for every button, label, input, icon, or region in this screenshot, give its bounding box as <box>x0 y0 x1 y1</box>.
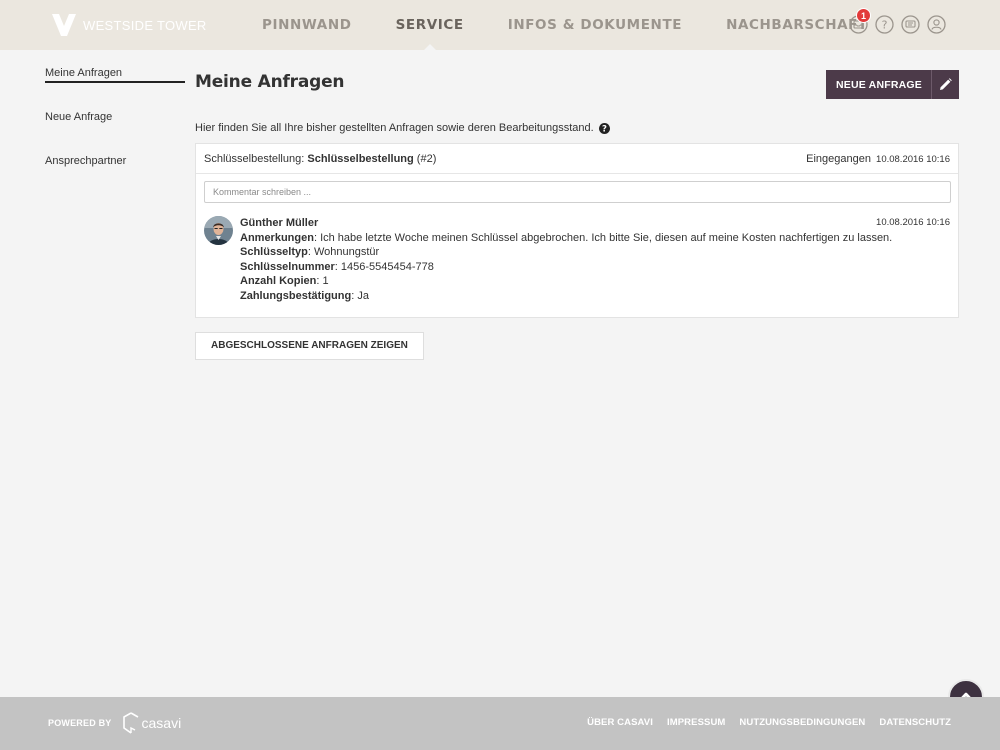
entry-field-value: : Ich habe letzte Woche meinen Schlüssel… <box>313 231 893 244</box>
status-label: Eingegangen <box>806 152 871 165</box>
footer-link-nutzungsbedingungen[interactable]: NUTZUNGSBEDINGUNGEN <box>739 717 865 728</box>
header-icons: 1 ? <box>849 8 946 34</box>
request-status: Eingegangen 10.08.2016 10:16 <box>806 153 950 165</box>
inbox-icon[interactable]: 1 <box>849 8 871 34</box>
entry-field-label: Anzahl Kopien <box>240 275 317 287</box>
comment-input[interactable] <box>204 181 951 203</box>
nav-item-infos-dokumente[interactable]: INFOS & DOKUMENTE <box>486 0 704 50</box>
status-date: 10.08.2016 10:16 <box>876 153 950 165</box>
footer-link-ueber-casavi[interactable]: ÜBER CASAVI <box>587 717 653 728</box>
nav-item-pinnwand[interactable]: PINNWAND <box>240 0 374 50</box>
new-request-button[interactable]: NEUE ANFRAGE <box>825 70 959 99</box>
entry-field: Schlüsselnummer: 1456-5545454-778 <box>240 260 950 275</box>
sidebar: Meine Anfragen Neue Anfrage Ansprechpart… <box>45 66 185 198</box>
pencil-icon <box>931 70 959 99</box>
chat-icon[interactable] <box>901 15 920 34</box>
request-number: (#2) <box>416 152 437 165</box>
request-card: Schlüsselbestellung: Schlüsselbestellung… <box>195 143 959 318</box>
sidebar-item-label: Meine Anfragen <box>45 67 185 83</box>
powered-by[interactable]: POWERED BY casavi <box>48 712 181 734</box>
request-name: Schlüsselbestellung <box>307 152 414 165</box>
vendor-name: casavi <box>141 715 182 731</box>
intro-text: Hier finden Sie all Ihre bisher gestellt… <box>195 122 610 134</box>
entry-field-value: : 1456-5545454-778 <box>334 260 434 273</box>
main-nav: PINNWAND SERVICE INFOS & DOKUMENTE NACHB… <box>240 0 890 51</box>
sidebar-item-neue-anfrage[interactable]: Neue Anfrage <box>45 110 185 154</box>
entry-field-label: Schlüsselnummer <box>240 260 335 273</box>
top-bar: WESTSIDE TOWER PINNWAND SERVICE INFOS & … <box>0 0 1000 51</box>
svg-text:?: ? <box>882 19 888 32</box>
brand-name: WESTSIDE TOWER <box>83 17 207 33</box>
avatar <box>204 216 233 245</box>
user-icon[interactable] <box>927 15 946 34</box>
svg-text:?: ? <box>602 124 607 133</box>
new-request-label: NEUE ANFRAGE <box>835 78 922 91</box>
show-closed-requests-button[interactable]: ABGESCHLOSSENE ANFRAGEN ZEIGEN <box>195 332 424 360</box>
entry-field-label: Zahlungsbestätigung <box>240 289 352 302</box>
sidebar-item-meine-anfragen[interactable]: Meine Anfragen <box>45 66 185 110</box>
sidebar-item-label: Neue Anfrage <box>45 111 113 123</box>
request-header[interactable]: Schlüsselbestellung: Schlüsselbestellung… <box>196 144 958 174</box>
nav-item-service[interactable]: SERVICE <box>374 0 486 51</box>
entry-field-value: : Wohnungstür <box>307 246 380 258</box>
request-category: Schlüsselbestellung: <box>204 152 305 165</box>
footer-link-impressum[interactable]: IMPRESSUM <box>667 717 725 728</box>
entry-field: Schlüsseltyp: Wohnungstür <box>240 245 950 260</box>
entry-author: Günther Müller <box>240 217 319 229</box>
request-title: Schlüsselbestellung: Schlüsselbestellung… <box>204 153 806 165</box>
entry-field-value: : Ja <box>351 289 369 302</box>
entry-field-label: Anmerkungen <box>240 231 314 244</box>
entry-field: Anmerkungen: Ich habe letzte Woche meine… <box>240 231 950 246</box>
question-circle-icon[interactable]: ? <box>598 122 610 134</box>
entry-field-label: Schlüsseltyp <box>240 246 308 258</box>
powered-by-label: POWERED BY <box>48 718 112 728</box>
footer-link-datenschutz[interactable]: DATENSCHUTZ <box>879 717 951 728</box>
footer-links: ÜBER CASAVI IMPRESSUM NUTZUNGSBEDINGUNGE… <box>587 717 951 728</box>
entry-date: 10.08.2016 10:16 <box>876 217 950 228</box>
page-title: Meine Anfragen <box>195 72 345 92</box>
brand-logo[interactable]: WESTSIDE TOWER <box>52 14 207 36</box>
notification-badge: 1 <box>856 8 871 23</box>
entry-field: Anzahl Kopien: 1 <box>240 274 950 289</box>
entry-field: Zahlungsbestätigung: Ja <box>240 289 950 304</box>
help-icon[interactable]: ? <box>875 15 894 34</box>
intro-label: Hier finden Sie all Ihre bisher gestellt… <box>195 122 594 134</box>
entry-field-value: : 1 <box>316 275 329 287</box>
entry-body: Günther Müller 10.08.2016 10:16 Anmerkun… <box>240 216 950 303</box>
footer: POWERED BY casavi ÜBER CASAVI IMPRESSUM … <box>0 697 1000 750</box>
sidebar-item-label: Ansprechpartner <box>45 155 127 167</box>
casavi-logo-icon <box>122 712 138 734</box>
sidebar-item-ansprechpartner[interactable]: Ansprechpartner <box>45 154 185 198</box>
westside-logo-icon <box>52 14 76 36</box>
